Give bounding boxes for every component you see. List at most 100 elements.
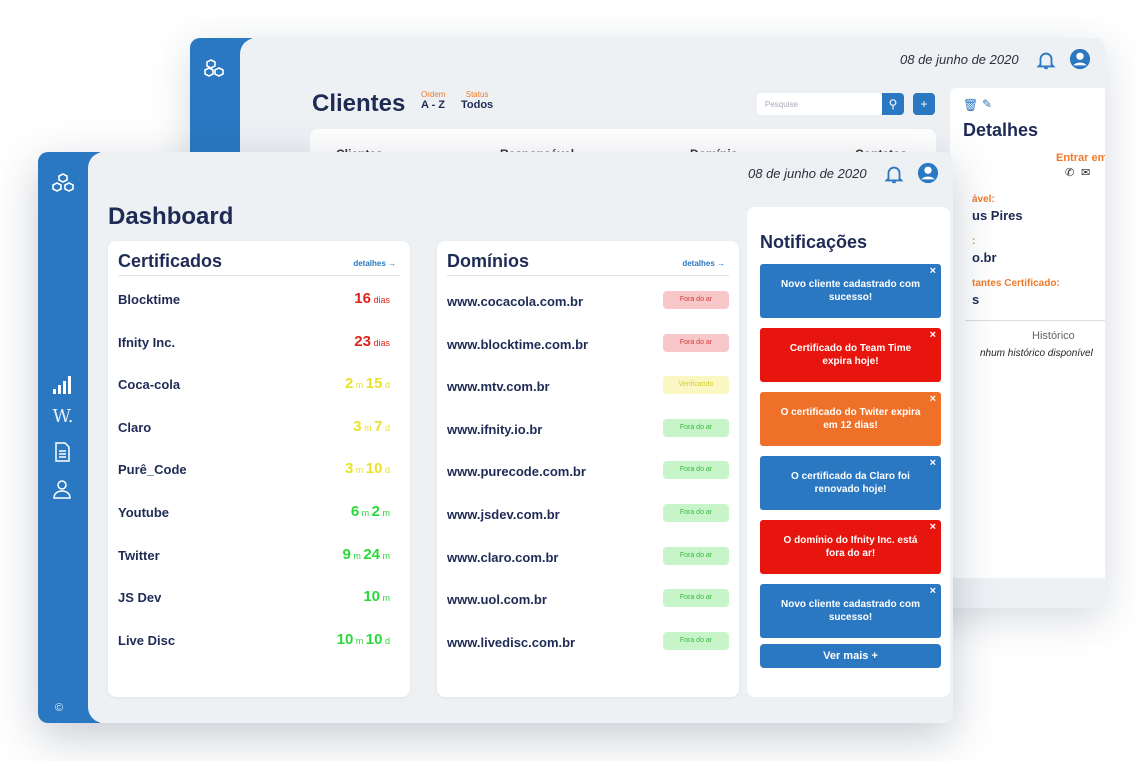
page-title: Clientes bbox=[312, 90, 406, 117]
certificate-expiry: 16 dias bbox=[354, 290, 390, 307]
order-filter[interactable]: Ordem A - Z bbox=[421, 90, 445, 111]
domain-name: www.mtv.com.br bbox=[447, 379, 550, 395]
domain-row[interactable]: www.purecode.com.br Fora do ar bbox=[447, 461, 729, 481]
status-label: Status bbox=[465, 90, 489, 99]
domain-row[interactable]: www.jsdev.com.br Fora do ar bbox=[447, 504, 729, 524]
order-value: A - Z bbox=[421, 99, 446, 111]
certificate-row[interactable]: Live Disc 10 m 10 d bbox=[118, 631, 400, 651]
domain-row[interactable]: www.mtv.com.br Verificando bbox=[447, 376, 729, 396]
certificates-card: Certificados detalhes → Blocktime 16 dias… bbox=[108, 241, 410, 697]
close-icon[interactable]: × bbox=[930, 585, 936, 598]
cubes-logo-icon[interactable] bbox=[51, 172, 75, 196]
close-icon[interactable]: × bbox=[930, 265, 936, 278]
notifications-title: Notificações bbox=[760, 232, 868, 252]
domain-label: : bbox=[972, 236, 976, 247]
domain-name: www.jsdev.com.br bbox=[447, 507, 560, 522]
certificate-name: Coca-cola bbox=[118, 377, 181, 393]
domain-status-badge: Fora do ar bbox=[663, 631, 729, 650]
domain-status-badge: Verificando bbox=[663, 376, 729, 395]
domain-name: www.purecode.com.br bbox=[447, 464, 586, 480]
close-icon[interactable]: × bbox=[930, 329, 936, 342]
close-icon[interactable]: × bbox=[930, 393, 936, 406]
certificate-name: Blocktime bbox=[118, 292, 181, 307]
search-icon[interactable]: ⚲ bbox=[882, 93, 904, 115]
domain-status-badge: Fora do ar bbox=[663, 333, 729, 352]
notification-card[interactable]: O certificado da Claro foi renovado hoje… bbox=[760, 456, 941, 510]
remaining-label: tantes Certificado: bbox=[972, 278, 1060, 289]
dashboard-window: W. © 08 de junho de 2020 Dashboard Certi… bbox=[38, 152, 953, 723]
cubes-logo-icon[interactable] bbox=[203, 58, 227, 82]
certificate-row[interactable]: Purê_Code 3 m 10 d bbox=[118, 460, 400, 480]
phone-icon[interactable]: ✆ bbox=[1065, 166, 1074, 179]
notification-text: Novo cliente cadastrado com sucesso! bbox=[781, 599, 920, 623]
dashboard-main: 08 de junho de 2020 Dashboard Certificad… bbox=[88, 152, 953, 723]
bell-icon[interactable] bbox=[1035, 49, 1057, 71]
certificate-row[interactable]: Blocktime 16 dias bbox=[118, 290, 400, 310]
close-icon[interactable]: × bbox=[930, 457, 936, 470]
domain-row[interactable]: www.blocktime.com.br Fora do ar bbox=[447, 333, 729, 354]
notification-card[interactable]: Novo cliente cadastrado com sucesso! × bbox=[760, 584, 941, 638]
certificate-row[interactable]: JS Dev 10 m bbox=[118, 588, 400, 608]
notification-card[interactable]: Certificado do Team Time expira hoje! × bbox=[760, 328, 941, 382]
website-icon[interactable]: W. bbox=[51, 405, 75, 429]
copyright-icon: © bbox=[55, 702, 64, 714]
domain-row[interactable]: www.ifnity.io.br Fora do ar bbox=[447, 418, 729, 439]
certificate-expiry: 10 m 10 d bbox=[336, 630, 390, 648]
domain-name: www.blocktime.com.br bbox=[447, 336, 589, 352]
domain-row[interactable]: www.cocacola.com.br Fora do ar bbox=[447, 291, 729, 311]
certificate-expiry: 9 m 24 m bbox=[342, 545, 390, 563]
domain-name: www.livedisc.com.br bbox=[447, 634, 576, 650]
certificate-name: Ifnity Inc. bbox=[118, 334, 176, 350]
status-filter[interactable]: Status Todos bbox=[461, 90, 493, 111]
notification-text: O certificado da Claro foi renovado hoje… bbox=[791, 471, 910, 495]
certificate-name: JS Dev bbox=[118, 590, 162, 606]
certificate-row[interactable]: Twitter 9 m 24 m bbox=[118, 546, 400, 566]
certificate-row[interactable]: Ifnity Inc. 23 dias bbox=[118, 333, 400, 353]
avatar-icon[interactable] bbox=[1069, 48, 1091, 70]
trash-icon[interactable]: 🗑 bbox=[963, 98, 978, 112]
certificate-row[interactable]: Claro 3 m 7 d bbox=[118, 418, 400, 438]
certificate-expiry: 2 m 15 d bbox=[344, 375, 390, 393]
notification-text: Certificado do Team Time expira hoje! bbox=[789, 343, 912, 367]
user-icon[interactable] bbox=[51, 478, 75, 502]
domain-name: www.uol.com.br bbox=[447, 592, 547, 608]
domain-status-badge: Fora do ar bbox=[663, 589, 729, 608]
notification-text: O domínio do Ifnity Inc. está fora do ar… bbox=[783, 535, 918, 559]
domain-name: www.claro.com.br bbox=[447, 549, 559, 565]
notification-text: Novo cliente cadastrado com sucesso! bbox=[781, 279, 920, 303]
close-icon[interactable]: × bbox=[930, 521, 936, 534]
certificate-name: Claro bbox=[118, 419, 152, 435]
notification-card[interactable]: Novo cliente cadastrado com sucesso! × bbox=[760, 264, 941, 318]
domains-details-link[interactable]: detalhes → bbox=[682, 259, 725, 268]
domain-row[interactable]: www.livedisc.com.br Fora do ar bbox=[447, 631, 729, 652]
details-title: Detalhes bbox=[963, 120, 1039, 140]
chart-bars-icon[interactable] bbox=[51, 374, 75, 398]
document-icon[interactable] bbox=[51, 441, 75, 465]
certificates-details-link[interactable]: detalhes → bbox=[353, 259, 396, 268]
notification-card[interactable]: O certificado do Twiter expira em 12 dia… bbox=[760, 392, 941, 446]
see-more-button[interactable]: Ver mais + bbox=[760, 644, 941, 668]
domain-row[interactable]: www.uol.com.br Fora do ar bbox=[447, 589, 729, 609]
page-title: Dashboard bbox=[108, 203, 234, 230]
certificate-row[interactable]: Youtube 6 m 2 m bbox=[118, 503, 400, 523]
notification-card[interactable]: O domínio do Ifnity Inc. está fora do ar… bbox=[760, 520, 941, 574]
notification-text: O certificado do Twiter expira em 12 dia… bbox=[780, 407, 921, 431]
details-panel: 🗑 ✎ → Detalhes Entrar em contato ✆ ✉ áve… bbox=[950, 88, 1105, 578]
bell-icon[interactable] bbox=[883, 163, 905, 185]
domain-status-badge: Fora do ar bbox=[663, 461, 729, 480]
certificate-expiry: 3 m 10 d bbox=[344, 460, 390, 478]
search-input[interactable]: Pesquise bbox=[757, 93, 882, 115]
mail-icon[interactable]: ✉ bbox=[1081, 166, 1090, 179]
current-date: 08 de junho de 2020 bbox=[900, 52, 1019, 67]
contact-link[interactable]: Entrar em contato bbox=[1056, 152, 1105, 164]
domain-row[interactable]: www.claro.com.br Fora do ar bbox=[447, 546, 729, 567]
domain-name: www.cocacola.com.br bbox=[447, 294, 584, 309]
notifications-panel: Notificações Novo cliente cadastrado com… bbox=[747, 207, 950, 697]
edit-icon[interactable]: ✎ bbox=[982, 97, 992, 111]
responsible-label: ável: bbox=[972, 194, 995, 205]
add-client-button[interactable]: + bbox=[913, 93, 935, 115]
certificate-row[interactable]: Coca-cola 2 m 15 d bbox=[118, 375, 400, 395]
stage: 08 de junho de 2020 Clientes Ordem A - Z… bbox=[0, 0, 1142, 761]
order-label: Ordem bbox=[421, 90, 446, 99]
avatar-icon[interactable] bbox=[917, 162, 939, 184]
